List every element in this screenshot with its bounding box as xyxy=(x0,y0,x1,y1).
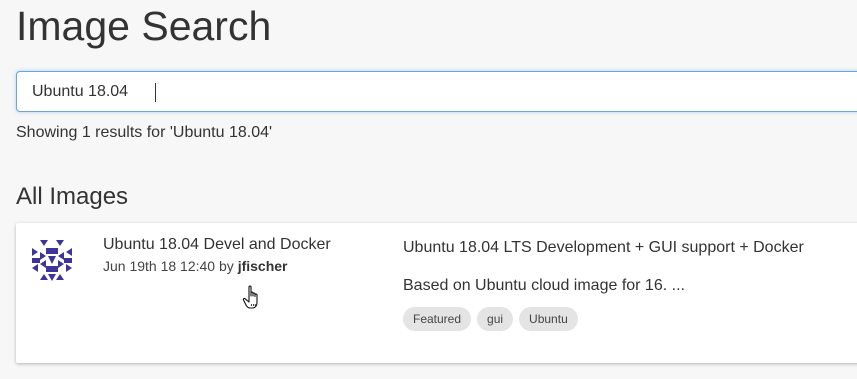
tag-list: Featured gui Ubuntu xyxy=(403,307,578,331)
by-label: by xyxy=(219,258,234,274)
image-result-card[interactable]: Ubuntu 18.04 Devel and Docker Jun 19th 1… xyxy=(16,223,857,363)
section-heading-all-images: All Images xyxy=(16,183,129,210)
result-summary: Showing 1 results for 'Ubuntu 18.04' xyxy=(16,124,273,141)
image-meta: Jun 19th 18 12:40 by jfischer xyxy=(103,258,288,274)
tag-featured[interactable]: Featured xyxy=(403,307,472,331)
image-date: Jun 19th 18 12:40 xyxy=(103,258,216,274)
text-caret xyxy=(155,83,156,102)
tag-gui[interactable]: gui xyxy=(477,307,514,331)
image-name-link[interactable]: Ubuntu 18.04 Devel and Docker xyxy=(103,236,331,254)
image-title: Ubuntu 18.04 LTS Development + GUI suppo… xyxy=(403,239,804,256)
page-title: Image Search xyxy=(16,3,272,49)
author-link[interactable]: jfischer xyxy=(238,258,288,274)
tag-ubuntu[interactable]: Ubuntu xyxy=(519,307,578,331)
search-box[interactable] xyxy=(16,71,857,112)
identicon-avatar-icon xyxy=(27,235,77,285)
image-description: Based on Ubuntu cloud image for 16. ... xyxy=(403,277,685,294)
search-input[interactable] xyxy=(32,81,832,103)
hand-pointer-cursor-icon xyxy=(242,285,266,311)
image-search-page: Image Search Showing 1 results for 'Ubun… xyxy=(0,0,857,379)
